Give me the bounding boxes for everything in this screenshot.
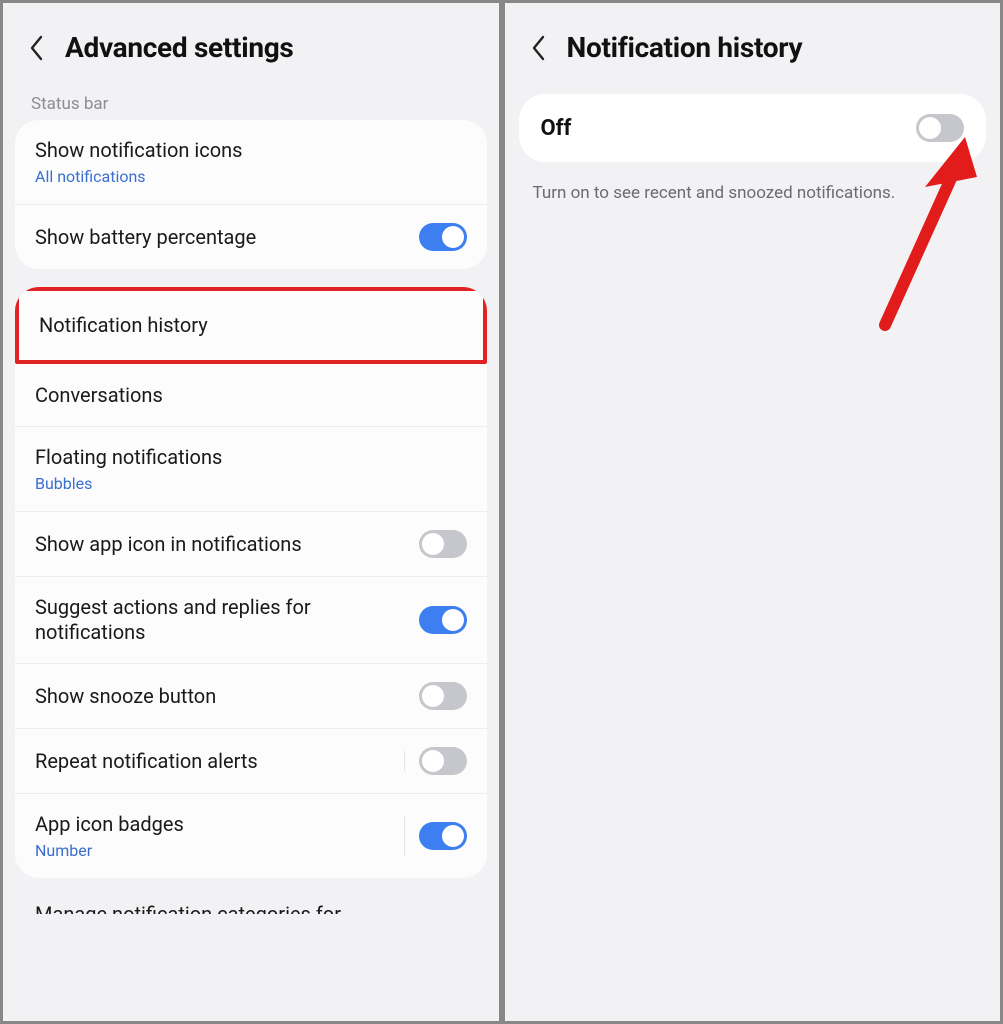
toggle-battery-percentage[interactable] <box>419 223 467 251</box>
toggle-state-label: Off <box>541 116 917 141</box>
toggle-notification-history[interactable] <box>916 114 964 142</box>
row-cutoff: Manage notification categories for <box>15 884 487 914</box>
row-title: Conversations <box>35 383 467 408</box>
row-app-icon-badges[interactable]: App icon badges Number <box>15 793 487 878</box>
toggle-app-icon-badges[interactable] <box>419 822 467 850</box>
master-toggle-card: Off <box>519 94 987 162</box>
row-title: App icon badges <box>35 812 404 837</box>
row-notification-history[interactable]: Notification history <box>19 291 483 360</box>
chevron-left-icon <box>29 35 45 61</box>
row-title: Repeat notification alerts <box>35 749 404 774</box>
divider <box>404 816 405 856</box>
row-title: Floating notifications <box>35 445 467 470</box>
row-title: Show notification icons <box>35 138 467 163</box>
back-button[interactable] <box>23 34 51 62</box>
row-floating-notifications[interactable]: Floating notifications Bubbles <box>15 426 487 511</box>
row-conversations[interactable]: Conversations <box>15 364 487 426</box>
row-title: Show snooze button <box>35 684 419 709</box>
row-show-battery-percentage[interactable]: Show battery percentage <box>15 204 487 269</box>
row-show-app-icon[interactable]: Show app icon in notifications <box>15 511 487 576</box>
status-bar-card: Show notification icons All notification… <box>15 120 487 269</box>
description-text: Turn on to see recent and snoozed notifi… <box>505 170 1001 218</box>
row-show-notification-icons[interactable]: Show notification icons All notification… <box>15 120 487 204</box>
row-show-snooze[interactable]: Show snooze button <box>15 663 487 728</box>
row-title: Notification history <box>39 313 463 338</box>
row-suggest-actions[interactable]: Suggest actions and replies for notifica… <box>15 576 487 663</box>
row-subtitle: Bubbles <box>35 474 467 493</box>
header: Notification history <box>505 3 1001 86</box>
chevron-left-icon <box>531 35 547 61</box>
highlight-annotation: Notification history <box>15 287 487 364</box>
row-title: Suggest actions and replies for notifica… <box>35 595 419 645</box>
row-subtitle: All notifications <box>35 167 467 186</box>
notification-history-pane: Notification history Off Turn on to see … <box>502 0 1003 1024</box>
row-title: Show app icon in notifications <box>35 532 419 557</box>
toggle-repeat-alerts[interactable] <box>419 747 467 775</box>
section-label-status-bar: Status bar <box>3 86 499 120</box>
page-title: Notification history <box>567 31 803 64</box>
toggle-suggest-actions[interactable] <box>419 606 467 634</box>
toggle-snooze[interactable] <box>419 682 467 710</box>
advanced-settings-pane: Advanced settings Status bar Show notifi… <box>0 0 502 1024</box>
header: Advanced settings <box>3 3 499 86</box>
row-subtitle: Number <box>35 841 404 860</box>
toggle-app-icon[interactable] <box>419 530 467 558</box>
row-title: Show battery percentage <box>35 225 419 250</box>
page-title: Advanced settings <box>65 31 294 64</box>
divider <box>404 751 405 771</box>
back-button[interactable] <box>525 34 553 62</box>
row-repeat-alerts[interactable]: Repeat notification alerts <box>15 728 487 793</box>
notifications-card: Notification history Conversations Float… <box>15 287 487 878</box>
